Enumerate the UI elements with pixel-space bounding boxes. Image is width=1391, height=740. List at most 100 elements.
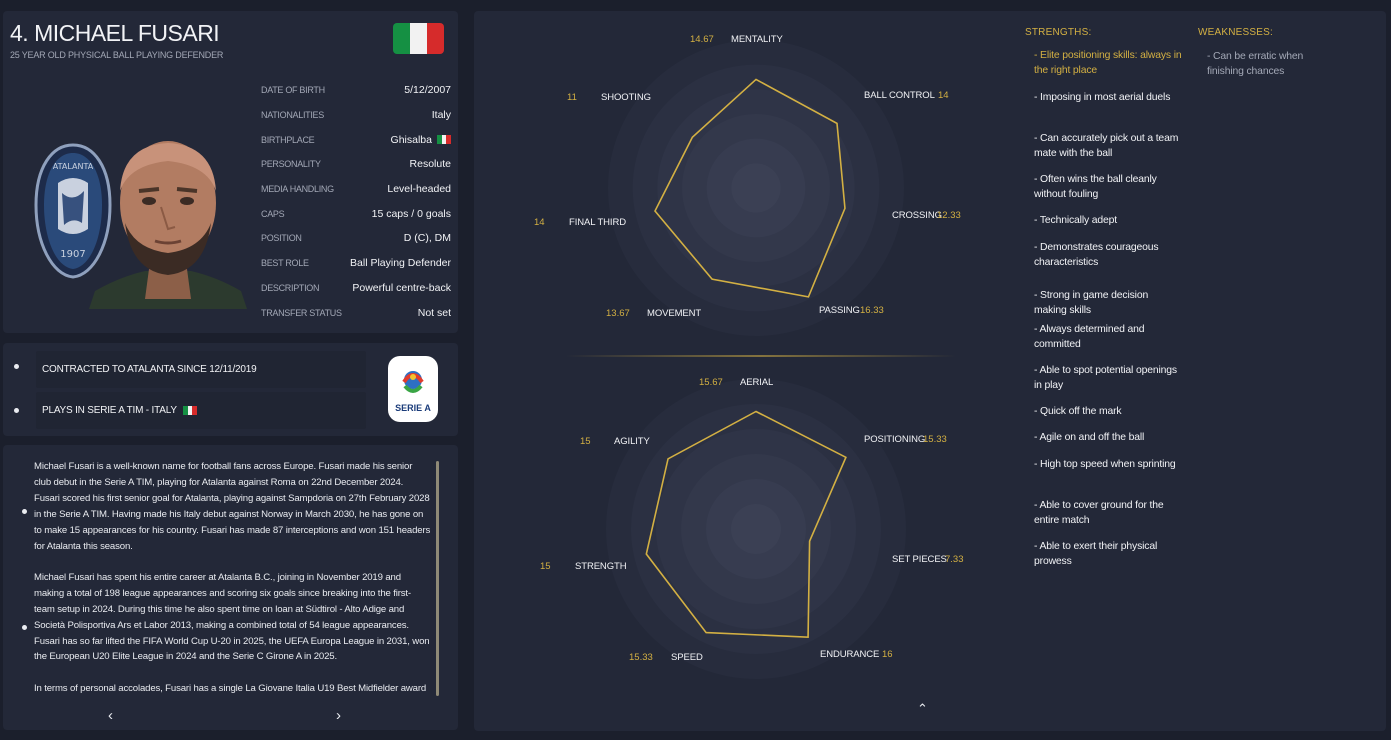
- info-value: 15 caps / 0 goals: [372, 208, 451, 220]
- info-label: CAPS: [261, 208, 285, 219]
- attribute-label: AGILITY: [614, 436, 650, 447]
- italy-flag-icon: [437, 135, 452, 145]
- attribute-value: 14.67: [690, 34, 714, 45]
- info-row: DESCRIPTION Powerful centre-back: [261, 276, 451, 301]
- strength-item: - Always determined and committed: [1034, 324, 1145, 350]
- info-label: DESCRIPTION: [261, 282, 320, 293]
- info-value: Powerful centre-back: [352, 282, 451, 294]
- info-row: BEST ROLE Ball Playing Defender: [261, 251, 451, 276]
- player-subtitle: 25 YEAR OLD PHYSICAL BALL PLAYING DEFEND…: [10, 50, 224, 60]
- attribute-label: SET PIECES: [892, 554, 947, 565]
- bullet-icon: [14, 408, 19, 413]
- club-badge-name: ATALANTA: [53, 162, 94, 171]
- bio-paragraph: Michael Fusari has spent his entire care…: [34, 571, 430, 663]
- previous-page-button[interactable]: ‹: [108, 707, 113, 724]
- attribute-label: STRENGTH: [575, 561, 627, 572]
- serie-a-logo: SERIE A: [388, 356, 438, 422]
- bullet-icon: [14, 364, 19, 369]
- league-info-row: PLAYS IN SERIE A TIM - ITALY: [36, 392, 366, 429]
- info-value-text: Not set: [417, 306, 451, 319]
- attribute-label: SPEED: [671, 652, 703, 663]
- contract-info-row: CONTRACTED TO ATALANTA SINCE 12/11/2019: [36, 351, 366, 388]
- attribute-value: 14: [534, 217, 545, 228]
- info-row: MEDIA HANDLING Level-headed: [261, 177, 451, 202]
- strength-item: - Able to spot potential openings in pla…: [1034, 365, 1177, 391]
- weaknesses-heading: WEAKNESSES:: [1198, 27, 1273, 38]
- attribute-value: 15: [540, 561, 551, 572]
- serie-a-logo-text: SERIE A: [395, 403, 431, 413]
- strength-item: - Strong in game decision making skills: [1034, 290, 1149, 316]
- attribute-value: 14: [938, 90, 949, 101]
- info-value-text: Resolute: [409, 158, 451, 171]
- attribute-value: 15.33: [629, 652, 653, 663]
- info-value: 5/12/2007: [404, 84, 451, 96]
- attribute-label: BALL CONTROL: [864, 90, 935, 101]
- info-label: DATE OF BIRTH: [261, 85, 325, 96]
- attribute-label: CROSSING: [892, 210, 942, 221]
- attribute-label: MENTALITY: [731, 34, 783, 45]
- bio-scrollbar[interactable]: [436, 461, 439, 696]
- info-row: CAPS 15 caps / 0 goals: [261, 201, 451, 226]
- info-row: BIRTHPLACE Ghisalba: [261, 127, 452, 152]
- strength-item: - Quick off the mark: [1034, 406, 1122, 417]
- strength-item: - Elite positioning skills: always in th…: [1034, 50, 1182, 76]
- radar-divider: [566, 355, 956, 357]
- info-row: POSITION D (C), DM: [261, 226, 451, 251]
- attribute-value: 15.67: [699, 377, 723, 388]
- attribute-value: 13.67: [606, 308, 630, 319]
- attribute-value: 16: [882, 649, 893, 660]
- strength-item: - Often wins the ball cleanly without fo…: [1034, 174, 1157, 200]
- info-value-text: Ball Playing Defender: [350, 257, 451, 270]
- info-value: Ghisalba: [391, 134, 452, 146]
- attribute-label: AERIAL: [740, 377, 774, 388]
- info-label: MEDIA HANDLING: [261, 184, 334, 195]
- info-value: Level-headed: [387, 183, 451, 195]
- strength-item: - Imposing in most aerial duels: [1034, 92, 1171, 103]
- attribute-value: 12.33: [937, 210, 961, 221]
- attribute-label: PASSING: [819, 305, 860, 316]
- info-row: PERSONALITY Resolute: [261, 152, 451, 177]
- info-row: DATE OF BIRTH 5/12/2007: [261, 78, 451, 103]
- player-profile-panel: 4. MICHAEL FUSARI 25 YEAR OLD PHYSICAL B…: [3, 11, 458, 333]
- info-label: TRANSFER STATUS: [261, 307, 342, 318]
- attribute-label: SHOOTING: [601, 92, 651, 103]
- strengths-heading: STRENGTHS:: [1025, 27, 1092, 38]
- attribute-value: 15.33: [923, 434, 947, 445]
- info-value: Not set: [418, 307, 451, 319]
- bullet-icon: [22, 625, 27, 630]
- strength-item: - Agile on and off the ball: [1034, 432, 1145, 443]
- player-portrait: [89, 141, 247, 309]
- info-value-text: Level-headed: [387, 183, 451, 196]
- strength-item: - High top speed when sprinting: [1034, 459, 1176, 470]
- attribute-label: POSITIONING: [864, 434, 926, 445]
- info-label: NATIONALITIES: [261, 110, 324, 121]
- player-name: 4. MICHAEL FUSARI: [10, 20, 220, 46]
- strength-item: - Can accurately pick out a team mate wi…: [1034, 133, 1179, 159]
- info-value: Resolute: [410, 158, 451, 170]
- league-text: PLAYS IN SERIE A TIM - ITALY: [42, 405, 177, 416]
- attribute-value: 7.33: [945, 554, 964, 565]
- attribute-label: MOVEMENT: [647, 308, 702, 319]
- attributes-panel: MENTALITY 14.67 BALL CONTROL 14 CROSSING 12.3…: [474, 11, 1386, 731]
- info-row: NATIONALITIES Italy: [261, 103, 451, 128]
- info-value-text: 15 caps / 0 goals: [371, 207, 451, 220]
- attribute-value: 11: [567, 92, 577, 103]
- info-value-text: D (C), DM: [403, 232, 451, 245]
- biography-text[interactable]: Michael Fusari is a well-known name for …: [34, 459, 431, 693]
- strength-item: - Technically adept: [1034, 215, 1118, 226]
- collapse-button[interactable]: ⌃: [917, 701, 928, 717]
- info-value: Italy: [432, 109, 451, 121]
- italy-flag-icon: [393, 23, 444, 54]
- attribute-label: FINAL THIRD: [569, 217, 626, 228]
- bio-paragraph: In terms of personal accolades, Fusari h…: [34, 682, 427, 693]
- contract-text: CONTRACTED TO ATALANTA SINCE 12/11/2019: [42, 364, 257, 375]
- attribute-value: 16.33: [860, 305, 884, 316]
- info-value-text: 5/12/2007: [404, 84, 451, 97]
- next-page-button[interactable]: ›: [336, 707, 341, 724]
- bio-paragraph: Michael Fusari is a well-known name for …: [34, 461, 431, 552]
- radar-ring: [731, 163, 781, 213]
- attribute-value: 15: [580, 436, 591, 447]
- info-value: Ball Playing Defender: [350, 257, 451, 269]
- strength-item: - Demonstrates courageous characteristic…: [1034, 242, 1159, 268]
- info-row: TRANSFER STATUS Not set: [261, 300, 451, 325]
